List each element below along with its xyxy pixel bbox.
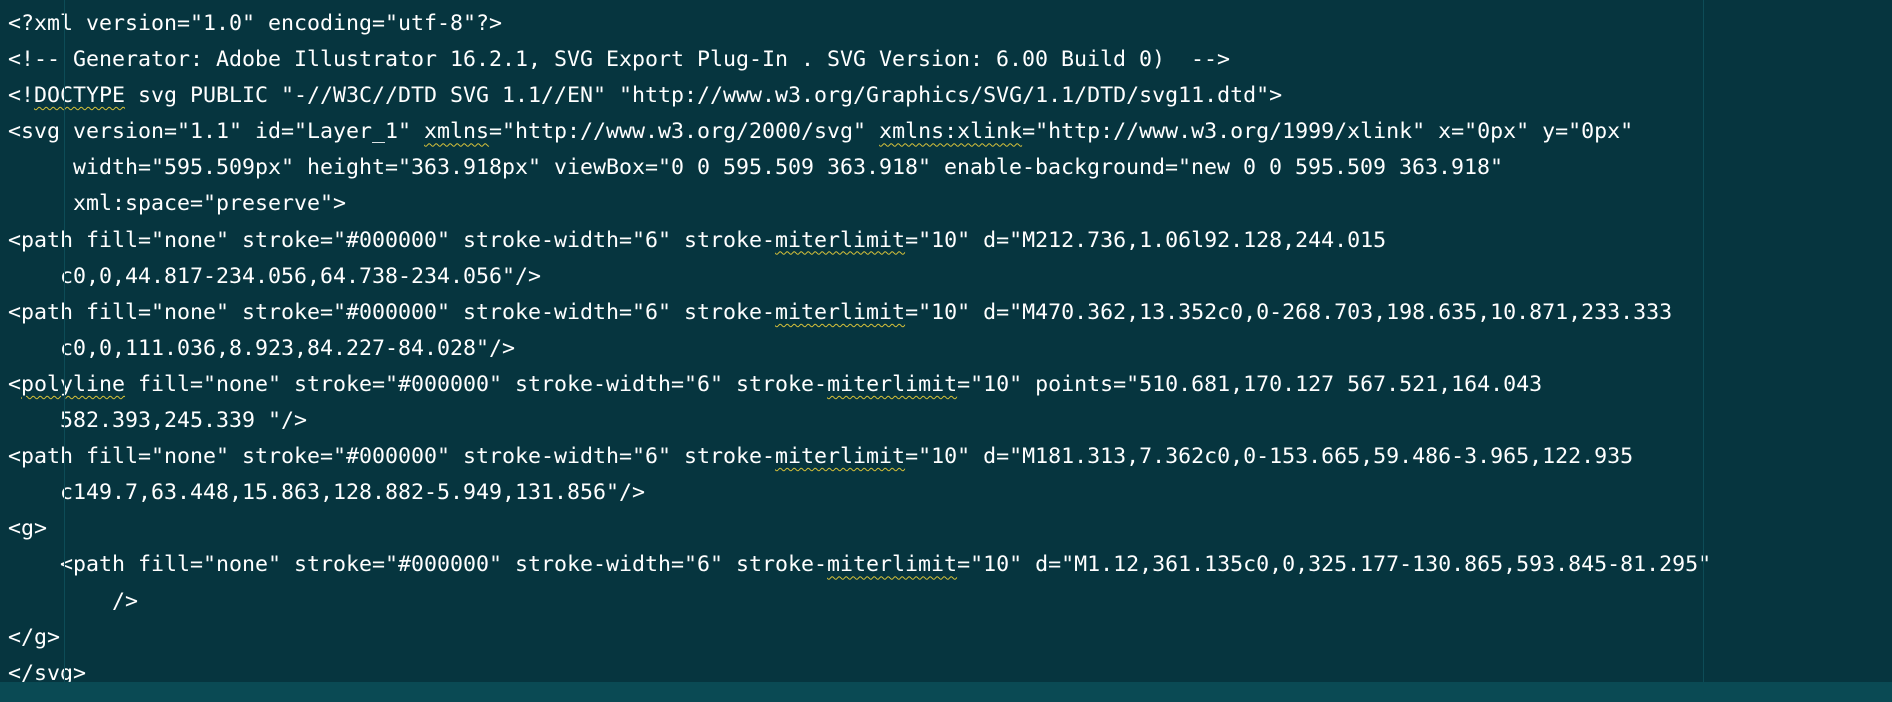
code-line: <path fill="none" stroke="#000000" strok…	[8, 299, 1673, 325]
code-editor[interactable]: <?xml version="1.0" encoding="utf-8"?> <!…	[0, 0, 1892, 686]
status-bar	[0, 682, 1892, 702]
spellcheck-word: miterlimit	[775, 299, 906, 325]
spellcheck-word: xmlns	[424, 119, 490, 145]
code-line: <path fill="none" stroke="#000000" strok…	[8, 227, 1387, 253]
code-line: xml:space="preserve">	[8, 191, 347, 217]
code-line: width="595.509px" height="363.918px" vie…	[8, 155, 1504, 181]
code-line: </g>	[8, 624, 61, 650]
code-line: <g>	[8, 516, 48, 542]
code-line: <!-- Generator: Adobe Illustrator 16.2.1…	[8, 47, 1231, 73]
code-line: c0,0,111.036,8.923,84.227-84.028"/>	[8, 335, 516, 361]
code-line: <svg version="1.1" id="Layer_1" xmlns="h…	[8, 119, 1634, 145]
spellcheck-word: DOCTYPE	[34, 83, 126, 109]
spellcheck-word: miterlimit	[827, 371, 958, 397]
code-line: <path fill="none" stroke="#000000" strok…	[8, 552, 1712, 578]
code-line: 582.393,245.339 "/>	[8, 408, 308, 434]
indent-guide	[1703, 0, 1704, 682]
code-lines: <?xml version="1.0" encoding="utf-8"?> <!…	[8, 6, 1892, 692]
spellcheck-word: miterlimit	[775, 444, 906, 470]
code-line: <path fill="none" stroke="#000000" strok…	[8, 444, 1634, 470]
spellcheck-word: miterlimit	[775, 227, 906, 253]
code-line: <?xml version="1.0" encoding="utf-8"?>	[8, 11, 503, 36]
code-line: <polyline fill="none" stroke="#000000" s…	[8, 371, 1543, 397]
spellcheck-word: miterlimit	[827, 552, 958, 578]
indent-guide	[64, 0, 65, 682]
code-line: <!DOCTYPE svg PUBLIC "-//W3C//DTD SVG 1.…	[8, 83, 1283, 109]
code-line: c0,0,44.817-234.056,64.738-234.056"/>	[8, 263, 542, 289]
spellcheck-word: xmlns:xlink	[879, 119, 1023, 145]
code-line: c149.7,63.448,15.863,128.882-5.949,131.8…	[8, 480, 646, 506]
spellcheck-word: polyline	[21, 371, 126, 397]
code-line: />	[8, 588, 139, 614]
